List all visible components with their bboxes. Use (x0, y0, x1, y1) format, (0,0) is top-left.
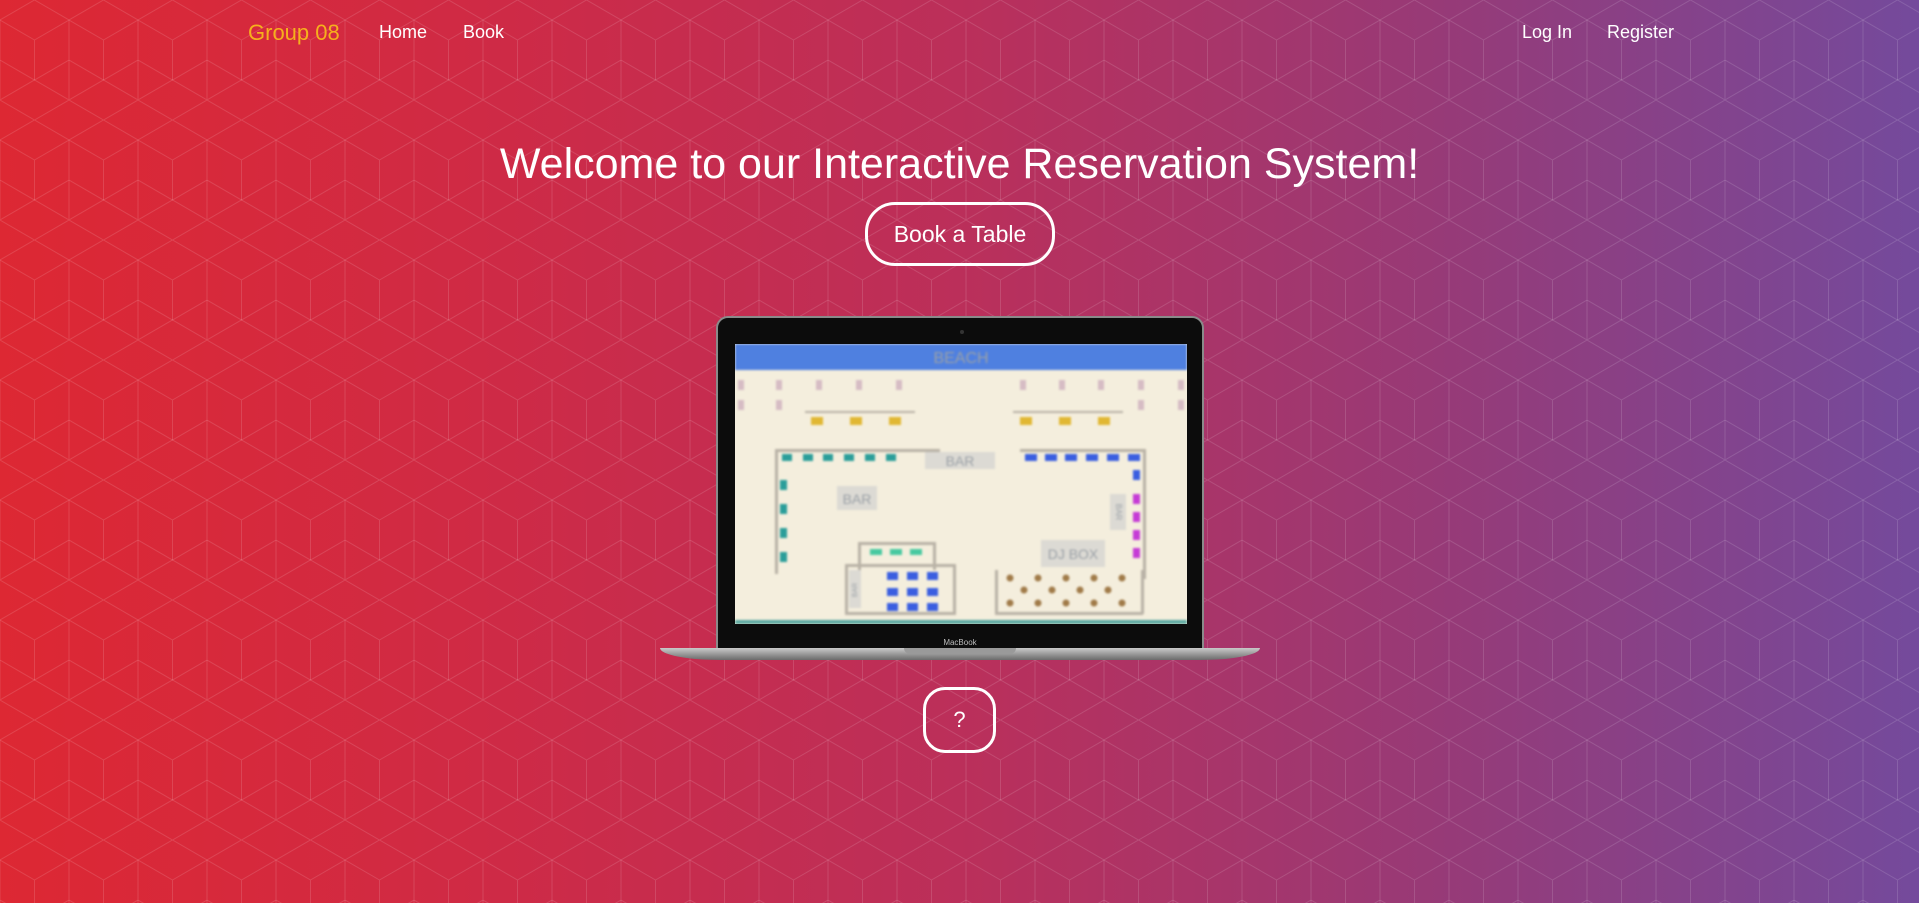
svg-text:BAR: BAR (843, 491, 872, 507)
nav-register-link[interactable]: Register (1607, 22, 1674, 43)
svg-text:BAR: BAR (1114, 504, 1123, 521)
laptop-screen: BEACH BAR BAR BAR DJ BOX BAR (735, 344, 1187, 624)
laptop-notch (904, 648, 1016, 654)
floorplan-header-label: BEACH (933, 350, 988, 367)
floorplan-bottom-edge (735, 620, 1187, 624)
floorplan-image: BEACH BAR BAR BAR DJ BOX BAR (735, 344, 1187, 624)
nav-home-link[interactable]: Home (379, 22, 427, 43)
laptop-brand-label: MacBook (943, 638, 977, 647)
laptop-mockup: BEACH BAR BAR BAR DJ BOX BAR MacBook (660, 316, 1260, 662)
nav-book-link[interactable]: Book (463, 22, 504, 43)
book-table-button[interactable]: Book a Table (865, 202, 1055, 266)
nav-login-link[interactable]: Log In (1522, 22, 1572, 43)
svg-text:DJ BOX: DJ BOX (1048, 546, 1099, 562)
svg-text:BAR: BAR (946, 453, 975, 469)
camera-dot (960, 330, 964, 334)
question-icon: ? (953, 707, 966, 732)
laptop-bezel: BEACH BAR BAR BAR DJ BOX BAR (716, 316, 1204, 650)
help-button[interactable]: ? (923, 687, 996, 753)
brand-link[interactable]: Group 08 (248, 20, 340, 46)
svg-text:BAR: BAR (852, 583, 859, 597)
top-navbar: Group 08 Home Book Log In Register (0, 0, 1919, 64)
page-title: Welcome to our Interactive Reservation S… (499, 140, 1420, 188)
